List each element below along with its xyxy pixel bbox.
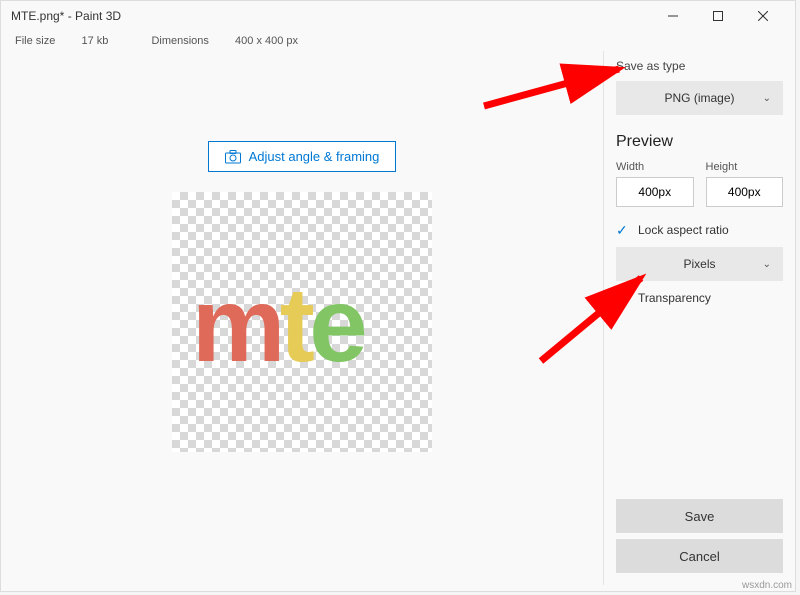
canvas-preview[interactable]: mte — [172, 192, 432, 452]
transparency-label: Transparency — [638, 291, 711, 305]
adjust-angle-button[interactable]: Adjust angle & framing — [208, 141, 397, 172]
maximize-icon — [713, 11, 723, 21]
save-as-type-label: Save as type — [616, 59, 783, 73]
preview-title: Preview — [616, 133, 783, 151]
titlebar: MTE.png* - Paint 3D — [1, 1, 795, 31]
height-input[interactable] — [706, 177, 784, 207]
format-selected: PNG (image) — [664, 91, 734, 105]
units-selected: Pixels — [683, 257, 715, 271]
transparency-checkbox[interactable]: ✓ Transparency — [616, 291, 783, 305]
chevron-down-icon: ⌄ — [763, 93, 771, 104]
height-label: Height — [706, 161, 784, 173]
window-title: MTE.png* - Paint 3D — [11, 9, 650, 23]
maximize-button[interactable] — [695, 2, 740, 30]
camera-icon — [225, 150, 241, 164]
adjust-angle-label: Adjust angle & framing — [249, 149, 380, 164]
chevron-down-icon: ⌄ — [763, 259, 771, 270]
cancel-button[interactable]: Cancel — [616, 539, 783, 573]
checkmark-icon: ✓ — [616, 223, 630, 237]
close-button[interactable] — [740, 2, 785, 30]
dimensions-row: Width Height — [616, 161, 783, 207]
svg-text:mte: mte — [192, 266, 365, 379]
lock-aspect-label: Lock aspect ratio — [638, 223, 729, 237]
save-button[interactable]: Save — [616, 499, 783, 533]
checkmark-icon: ✓ — [616, 291, 630, 305]
format-dropdown[interactable]: PNG (image) ⌄ — [616, 81, 783, 115]
width-input[interactable] — [616, 177, 694, 207]
letter-e: e — [309, 266, 365, 379]
file-size-label: File size 17 kb — [15, 35, 128, 47]
close-icon — [758, 11, 768, 21]
window-controls — [650, 2, 785, 30]
minimize-button[interactable] — [650, 2, 695, 30]
dimensions-label: Dimensions 400 x 400 px — [151, 35, 318, 47]
width-label: Width — [616, 161, 694, 173]
canvas-content: mte — [172, 192, 432, 452]
units-dropdown[interactable]: Pixels ⌄ — [616, 247, 783, 281]
minimize-icon — [668, 11, 678, 21]
main-content: Adjust angle & framing mte Save as type … — [1, 51, 795, 585]
canvas-area: Adjust angle & framing mte — [1, 51, 603, 585]
save-sidebar: Save as type PNG (image) ⌄ Preview Width… — [603, 51, 795, 585]
letter-m: m — [192, 266, 280, 379]
info-bar: File size 17 kb Dimensions 400 x 400 px — [1, 31, 795, 51]
lock-aspect-checkbox[interactable]: ✓ Lock aspect ratio — [616, 223, 783, 237]
app-window: MTE.png* - Paint 3D File size 17 kb Dime… — [0, 0, 796, 592]
watermark: wsxdn.com — [742, 580, 792, 591]
